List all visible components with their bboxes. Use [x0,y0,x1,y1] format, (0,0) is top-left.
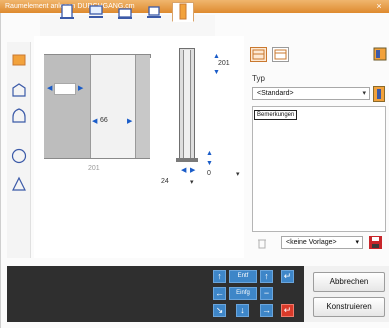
circle-icon [11,148,27,164]
enter-icon: ↵ [283,271,292,281]
key-up-2[interactable]: ↑ [260,270,273,283]
key-up[interactable]: ↑ [213,270,226,283]
depth-dropdown-caret[interactable]: ▾ [190,178,194,186]
type-select[interactable]: <Standard> ▾ [252,87,370,100]
arrow-down-icon: ▼ [213,69,220,76]
arrow-up-icon: ↑ [217,271,222,281]
trash-icon [258,239,266,249]
arch-pentagon-icon [12,83,26,97]
window-icon [89,5,103,18]
preview-panel [7,266,208,322]
section-base [176,158,198,162]
arrow-left-icon: ◀ [47,85,53,92]
niche-icon [147,6,161,18]
template-delete-button[interactable] [256,237,268,249]
front-view-icon [252,49,265,60]
arrow-right-icon: ▶ [190,167,196,174]
key-return-red[interactable]: ↵ [281,304,294,317]
type-select-value: <Standard> [257,90,294,97]
construct-button[interactable]: Konstruieren [313,297,385,317]
arrow-down-icon: ▼ [206,160,213,167]
type-label: Typ [252,74,265,83]
arrow-right-icon: ▶ [78,85,84,92]
key-enter[interactable]: ↵ [281,270,294,283]
diagonal-arrow-icon: ↘ [215,305,224,315]
arrow-down-icon: ↓ [240,305,245,315]
cancel-button[interactable]: Abbrechen [313,272,385,292]
height-value[interactable]: 201 [218,60,230,67]
floppy-disk-icon [369,236,382,249]
tool-circle[interactable] [9,146,29,166]
tab-niche[interactable] [143,2,165,22]
view-front-button[interactable] [250,47,267,62]
key-down[interactable]: ↓ [236,304,249,317]
type-edit-button[interactable] [373,86,385,102]
arrow-up-icon: ▲ [206,150,213,157]
door-frame-icon [60,4,74,19]
wall-shading [44,54,92,159]
sill-value[interactable]: 0 [207,170,211,177]
tool-triangle[interactable] [9,174,29,194]
wall-shading-right [136,54,150,159]
tab-column[interactable] [172,2,194,22]
wall-width-input[interactable] [54,83,76,95]
rectangle-icon [12,54,26,66]
chevron-down-icon: ▾ [362,90,366,97]
template-select-value: <keine Vorlage> [286,239,337,246]
depth-value[interactable]: 24 [161,178,169,185]
dimension-tick [150,54,151,58]
key-minus[interactable]: − [260,287,273,300]
key-right[interactable]: → [260,304,273,317]
column-icon [179,3,187,20]
notes-label: Bemerkungen [254,110,298,120]
tab-door-frame[interactable] [56,2,78,22]
arrow-left-icon: ◀ [181,167,187,174]
book-icon [373,47,387,61]
bottom-edge-line [44,158,150,159]
opening-panel [90,54,136,159]
insert-key[interactable]: Einfg [229,287,257,300]
top-edge-line [44,54,150,55]
bookmark-icon [377,89,381,99]
catalog-book-button[interactable] [372,46,388,62]
sill-dropdown-caret[interactable]: ▾ [236,170,240,178]
key-diagonal[interactable]: ↘ [213,304,226,317]
arrow-left-icon: ← [215,288,224,298]
inner-width-value[interactable]: 66 [100,117,108,124]
tab-window[interactable] [85,2,107,22]
close-icon[interactable]: × [372,0,386,13]
arrow-up-icon: ▲ [213,53,220,60]
notes-textarea[interactable] [252,106,386,232]
template-select[interactable]: <keine Vorlage> ▾ [281,236,363,249]
tool-arch-pentagon[interactable] [9,80,29,100]
arrow-right-icon: ▶ [127,118,133,125]
minus-icon: − [263,288,270,298]
chevron-down-icon: ▾ [355,239,359,246]
total-width-label: 201 [88,165,100,172]
opening-icon [118,8,132,19]
section-column-inner [183,50,191,158]
gothic-arch-icon [12,108,26,123]
arrow-right-icon: → [262,305,271,315]
triangle-icon [12,176,26,191]
view-section-button[interactable] [272,47,289,62]
delete-key[interactable]: Entf [229,270,257,283]
section-view-icon [274,49,287,60]
tab-opening[interactable] [114,2,136,22]
key-left[interactable]: ← [213,287,226,300]
enter-icon: ↵ [283,305,292,315]
tool-rectangle[interactable] [9,50,29,70]
tool-gothic-arch[interactable] [9,106,29,126]
arrow-up-icon: ↑ [264,271,269,281]
arrow-left-icon: ◀ [92,118,98,125]
template-save-button[interactable] [368,235,383,250]
